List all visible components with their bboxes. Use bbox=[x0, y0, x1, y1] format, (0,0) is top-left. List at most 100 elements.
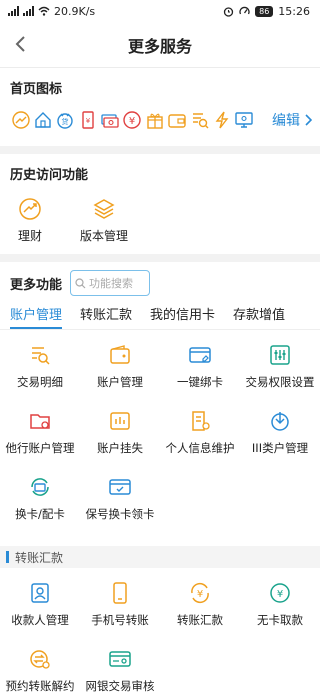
search-placeholder: 功能搜索 bbox=[89, 277, 134, 290]
section-marker bbox=[6, 551, 9, 563]
grid-item-label: 手机号转账 bbox=[91, 613, 149, 627]
nav-bar: 更多服务 bbox=[0, 22, 320, 68]
grid-item-label: 账户管理 bbox=[97, 375, 143, 389]
history-item-label: 版本管理 bbox=[80, 229, 129, 243]
grid-item-transaction-detail[interactable]: 交易明细 bbox=[0, 342, 80, 408]
monitor-icon[interactable] bbox=[234, 109, 255, 130]
grid-item-cardless[interactable]: ¥ 无卡取款 bbox=[240, 580, 320, 646]
money-stack-icon[interactable] bbox=[100, 109, 121, 130]
transfer-section-header: 转账汇款 bbox=[0, 546, 320, 568]
trend-icon[interactable] bbox=[10, 109, 31, 130]
coupon-icon[interactable]: ¥ bbox=[77, 109, 98, 130]
layers-icon bbox=[93, 199, 115, 219]
grid-item-label: 账户挂失 bbox=[97, 441, 143, 455]
list-search-icon[interactable] bbox=[189, 109, 210, 130]
phone-icon bbox=[107, 580, 133, 606]
grid-item-replace-card[interactable]: 换卡/配卡 bbox=[0, 474, 80, 540]
home-icons-row: 贷 ¥ ¥ 编辑 bbox=[0, 97, 320, 130]
grid-item-ebank-review[interactable]: 网银交易审核 bbox=[80, 646, 160, 693]
grid-item-label: 收款人管理 bbox=[11, 613, 69, 627]
card-freeze-icon bbox=[107, 408, 133, 434]
svg-text:贷: 贷 bbox=[62, 117, 69, 126]
gift-icon[interactable] bbox=[144, 109, 165, 130]
edit-button[interactable]: 编辑 bbox=[272, 110, 312, 130]
grid-item-class3[interactable]: III类户管理 bbox=[240, 408, 320, 474]
wallet-icon[interactable] bbox=[167, 109, 188, 130]
grid-item-label: 换卡/配卡 bbox=[15, 507, 65, 521]
grid-item-label: 无卡取款 bbox=[257, 613, 303, 627]
network-speed: 20.9K/s bbox=[54, 4, 96, 18]
speed-icon bbox=[239, 6, 250, 14]
loan-icon[interactable]: 贷 bbox=[55, 109, 76, 130]
grid-item-transfer[interactable]: ¥ 转账汇款 bbox=[160, 580, 240, 646]
svg-text:¥: ¥ bbox=[277, 589, 283, 600]
grid-item-permission[interactable]: 交易权限设置 bbox=[240, 342, 320, 408]
card-cycle-icon bbox=[27, 474, 53, 500]
page-title: 更多服务 bbox=[127, 36, 192, 56]
exchange-clock-icon bbox=[27, 646, 53, 672]
back-button[interactable] bbox=[8, 32, 32, 56]
more-title: 更多功能 bbox=[10, 277, 63, 293]
transfer-section-title: 转账汇款 bbox=[15, 550, 64, 565]
signal-icon bbox=[8, 6, 19, 16]
sliders-icon bbox=[267, 342, 293, 368]
tab-deposit[interactable]: 存款增值 bbox=[229, 304, 291, 329]
grid-item-report-loss[interactable]: 账户挂失 bbox=[80, 408, 160, 474]
grid-item-label: 一键绑卡 bbox=[177, 375, 223, 389]
grid-item-label: 转账汇款 bbox=[177, 613, 223, 627]
grid-item-label: 保号换卡领卡 bbox=[85, 507, 155, 521]
account-grid: 交易明细 账户管理 一键绑卡 交易权限设置 他行账户管理 账户挂失 个人信息维护 bbox=[0, 330, 320, 540]
status-bar: 20.9K/s 86 15:26 bbox=[0, 0, 320, 22]
alarm-icon bbox=[223, 6, 234, 17]
clock: 15:26 bbox=[278, 4, 310, 18]
grid-item-personal-info[interactable]: 个人信息维护 bbox=[160, 408, 240, 474]
history-item-version[interactable]: 版本管理 bbox=[80, 197, 128, 244]
wifi-icon bbox=[38, 6, 50, 16]
grid-item-keep-number[interactable]: 保号换卡领卡 bbox=[80, 474, 160, 540]
yuan-cycle-icon: ¥ bbox=[187, 580, 213, 606]
grid-item-label: 交易权限设置 bbox=[245, 375, 315, 389]
search-input[interactable]: 功能搜索 bbox=[70, 270, 151, 296]
home-icons-title: 首页图标 bbox=[10, 82, 63, 97]
contact-card-icon bbox=[27, 580, 53, 606]
document-edit-icon bbox=[187, 408, 213, 434]
chevron-left-icon bbox=[15, 36, 25, 52]
grid-item-bind-card[interactable]: 一键绑卡 bbox=[160, 342, 240, 408]
grid-item-label: 网银交易审核 bbox=[85, 679, 155, 693]
wallet-icon bbox=[107, 342, 133, 368]
card-bind-icon bbox=[187, 342, 213, 368]
grid-item-label: 个人信息维护 bbox=[165, 441, 235, 455]
trend-icon bbox=[19, 198, 41, 220]
svg-text:¥: ¥ bbox=[197, 589, 203, 600]
yuan-coin-icon[interactable]: ¥ bbox=[122, 109, 143, 130]
grid-item-account-manage[interactable]: 账户管理 bbox=[80, 342, 160, 408]
tab-account[interactable]: 账户管理 bbox=[6, 304, 68, 329]
grid-item-label: III类户管理 bbox=[251, 441, 309, 455]
grid-item-cancel-scheduled[interactable]: 预约转账解约 bbox=[0, 646, 80, 693]
tab-transfer[interactable]: 转账汇款 bbox=[76, 304, 138, 329]
history-item-wealth[interactable]: 理财 bbox=[18, 197, 42, 244]
lightning-icon[interactable] bbox=[212, 109, 233, 130]
grid-item-payee[interactable]: 收款人管理 bbox=[0, 580, 80, 646]
battery-indicator: 86 bbox=[255, 5, 274, 17]
download-circle-icon bbox=[267, 408, 293, 434]
home-icons-section: 首页图标 贷 ¥ ¥ 编辑 bbox=[0, 68, 320, 146]
svg-text:¥: ¥ bbox=[129, 116, 135, 127]
list-search-icon bbox=[27, 342, 53, 368]
folder-icon bbox=[27, 408, 53, 434]
yuan-circle-icon: ¥ bbox=[267, 580, 293, 606]
card-check-icon bbox=[107, 474, 133, 500]
grid-item-other-bank[interactable]: 他行账户管理 bbox=[0, 408, 80, 474]
grid-item-label: 预约转账解约 bbox=[5, 679, 75, 693]
search-icon bbox=[75, 277, 86, 288]
transfer-grid: 收款人管理 手机号转账 ¥ 转账汇款 ¥ 无卡取款 预约转账解约 网银交易审核 bbox=[0, 568, 320, 693]
id-card-icon bbox=[107, 646, 133, 672]
grid-item-label: 他行账户管理 bbox=[5, 441, 75, 455]
tab-credit-card[interactable]: 我的信用卡 bbox=[146, 304, 221, 329]
history-title: 历史访问功能 bbox=[10, 168, 89, 183]
function-tabs: 账户管理 转账汇款 我的信用卡 存款增值 bbox=[0, 302, 320, 330]
grid-item-phone-transfer[interactable]: 手机号转账 bbox=[80, 580, 160, 646]
house-icon[interactable] bbox=[32, 109, 53, 130]
grid-item-label: 交易明细 bbox=[17, 375, 63, 389]
chevron-right-icon bbox=[305, 113, 312, 126]
